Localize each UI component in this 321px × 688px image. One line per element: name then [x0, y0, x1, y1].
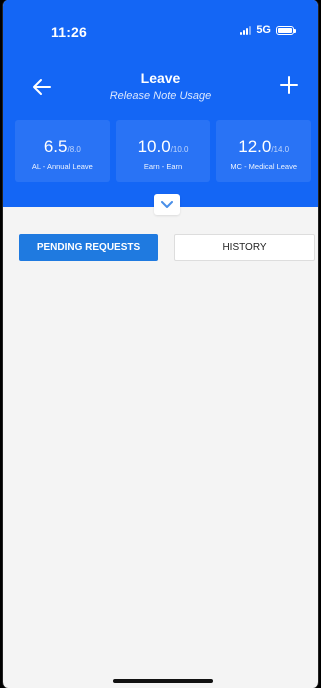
tab-pending-requests[interactable]: PENDING REQUESTS	[19, 234, 158, 261]
network-type: 5G	[256, 24, 271, 36]
request-tabs: PENDING REQUESTS HISTORY	[19, 234, 315, 261]
balance-card-annual-leave[interactable]: 6.5/8.0 AL - Annual Leave	[15, 120, 110, 182]
balance-value: 12.0	[238, 137, 272, 156]
leave-balance-cards: 6.5/8.0 AL - Annual Leave 10.0/10.0 Earn…	[15, 120, 312, 182]
balance-value: 10.0	[137, 137, 171, 156]
page-subtitle: Release Note Usage	[109, 90, 212, 102]
phone-screen: 11:26 5G Leave Release Note Usage 6.5/8.…	[2, 0, 319, 688]
balance-label: MC - Medical Leave	[230, 162, 298, 171]
page-title: Leave	[140, 70, 181, 86]
balance-card-earn[interactable]: 10.0/10.0 Earn - Earn	[115, 120, 211, 182]
balance-total: /14.0	[271, 145, 290, 154]
chevron-down-icon	[161, 200, 173, 208]
signal-icon	[240, 25, 252, 35]
status-bar: 11:26 5G	[3, 0, 318, 44]
header: 11:26 5G Leave Release Note Usage 6.5/8.…	[3, 0, 318, 207]
balance-total: /10.0	[170, 145, 189, 154]
expand-button[interactable]	[154, 194, 180, 215]
tab-history[interactable]: HISTORY	[174, 234, 315, 261]
balance-label: Earn - Earn	[143, 162, 183, 171]
nav-bar: Leave Release Note Usage	[3, 66, 318, 110]
status-indicators: 5G	[240, 24, 296, 36]
balance-total: /8.0	[67, 145, 81, 154]
balance-card-medical-leave[interactable]: 12.0/14.0 MC - Medical Leave	[216, 120, 312, 182]
plus-icon[interactable]	[278, 74, 300, 96]
balance-value: 6.5	[43, 137, 68, 156]
battery-icon	[276, 25, 296, 35]
balance-label: AL - Annual Leave	[31, 162, 93, 171]
home-indicator[interactable]	[113, 679, 213, 683]
status-time: 11:26	[51, 24, 88, 40]
